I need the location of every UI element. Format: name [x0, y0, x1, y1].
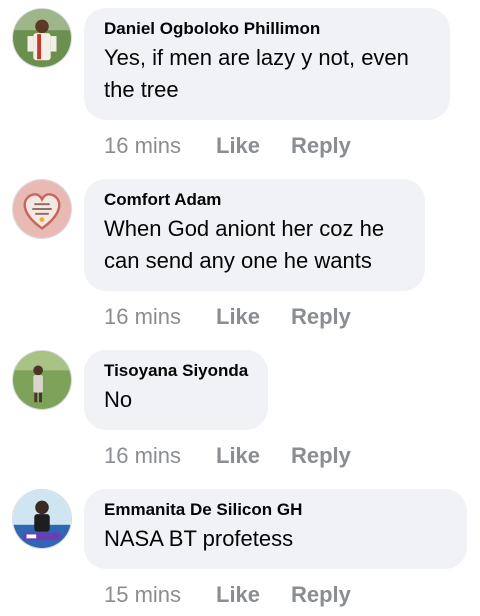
reply-button[interactable]: Reply [291, 443, 351, 469]
avatar-photo-man-outdoor [13, 9, 71, 67]
reply-button[interactable]: Reply [291, 304, 351, 330]
comment-author[interactable]: Daniel Ogboloko Phillimon [104, 18, 430, 40]
like-button[interactable]: Like [216, 304, 291, 330]
comment-author[interactable]: Emmanita De Silicon GH [104, 499, 447, 521]
comment-time[interactable]: 16 mins [104, 133, 216, 159]
comment-time[interactable]: 16 mins [104, 443, 216, 469]
comment-time[interactable]: 16 mins [104, 304, 216, 330]
comment-bubble: Daniel Ogboloko Phillimon Yes, if men ar… [84, 8, 450, 120]
avatar-photo-person-blue [13, 490, 71, 548]
like-button[interactable]: Like [216, 133, 291, 159]
comment-text: Yes, if men are lazy y not, even the tre… [104, 45, 409, 102]
comment-bubble: Comfort Adam When God aniont her coz he … [84, 179, 425, 291]
comment-text: When God aniont her coz he can send any … [104, 216, 385, 273]
comment-meta: 16 mins Like Reply [104, 443, 351, 469]
avatar[interactable] [12, 179, 72, 239]
reply-button[interactable]: Reply [291, 582, 351, 608]
like-button[interactable]: Like [216, 443, 291, 469]
reply-button[interactable]: Reply [291, 133, 351, 159]
comment-author[interactable]: Comfort Adam [104, 189, 405, 211]
comment-meta: 15 mins Like Reply [104, 582, 351, 608]
comment-text: NASA BT profetess [104, 526, 294, 551]
comment-bubble: Tisoyana Siyonda No [84, 350, 268, 430]
comment-bubble: Emmanita De Silicon GH NASA BT profetess [84, 489, 467, 569]
comment-text: No [104, 387, 133, 412]
comment-time[interactable]: 15 mins [104, 582, 216, 608]
avatar-photo-heart [13, 180, 71, 238]
like-button[interactable]: Like [216, 582, 291, 608]
comment-meta: 16 mins Like Reply [104, 304, 351, 330]
avatar-photo-person-grass [13, 351, 71, 409]
avatar[interactable] [12, 489, 72, 549]
avatar[interactable] [12, 350, 72, 410]
comment-meta: 16 mins Like Reply [104, 133, 351, 159]
avatar[interactable] [12, 8, 72, 68]
comment-author[interactable]: Tisoyana Siyonda [104, 360, 248, 382]
